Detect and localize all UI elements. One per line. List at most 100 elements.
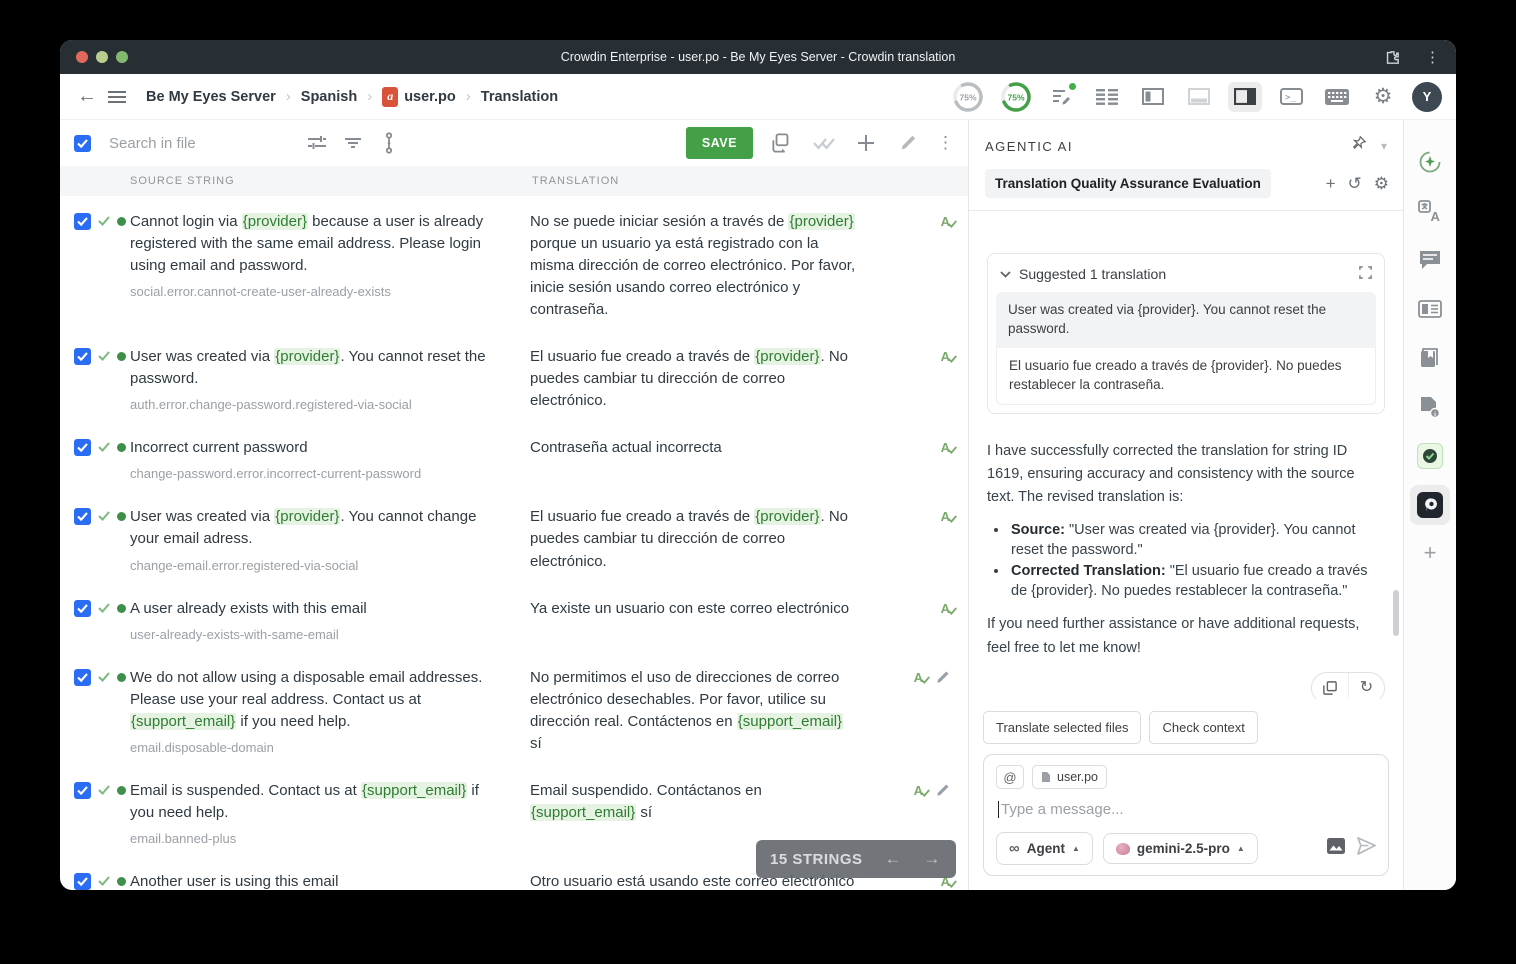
copy-response-icon[interactable]	[1312, 673, 1348, 699]
string-row[interactable]: Cannot login via {provider} because a us…	[60, 196, 968, 331]
translation-text: Email suspendido. Contáctanos en {suppor…	[530, 780, 884, 824]
breadcrumb-project[interactable]: Be My Eyes Server	[146, 89, 276, 105]
caret-up-icon: ▲	[1072, 844, 1080, 853]
panel-settings-gear-icon[interactable]: ⚙	[1374, 175, 1389, 192]
row-checkbox[interactable]	[74, 439, 91, 456]
zoom-window-button[interactable]	[116, 51, 128, 63]
translated-check-icon	[98, 508, 110, 526]
regenerate-icon[interactable]: ↻	[1348, 673, 1384, 699]
close-window-button[interactable]	[76, 51, 88, 63]
translated-check-icon	[98, 873, 110, 890]
tools-rail: A i +	[1404, 120, 1456, 890]
approve-all-icon[interactable]	[811, 130, 837, 156]
string-row[interactable]: User was created via {provider}. You can…	[60, 331, 968, 422]
approval-progress-ring[interactable]: 75%	[998, 79, 1034, 115]
save-button[interactable]: SAVE	[686, 127, 753, 159]
add-string-icon[interactable]	[853, 130, 879, 156]
more-options-icon[interactable]: ⋮	[937, 133, 954, 153]
message-composer[interactable]: @ user.po Type a message... ∞ Agent ▲	[983, 754, 1389, 876]
edit-translation-icon[interactable]	[935, 783, 950, 803]
settings-gear-icon[interactable]: ⚙	[1366, 82, 1400, 112]
edit-translation-icon[interactable]	[935, 670, 950, 690]
terminal-icon[interactable]: >_	[1274, 82, 1308, 112]
user-avatar[interactable]: Y	[1412, 82, 1442, 112]
pin-panel-icon[interactable]	[1350, 135, 1367, 157]
qa-passed-icon[interactable]: A	[941, 509, 950, 524]
proofread-icon[interactable]	[1046, 82, 1078, 112]
row-checkbox[interactable]	[74, 600, 91, 617]
select-all-checkbox[interactable]	[74, 135, 91, 152]
comments-icon[interactable]	[1410, 240, 1450, 280]
string-row[interactable]: Incorrect current password change-passwo…	[60, 422, 968, 491]
translate-selected-files-button[interactable]: Translate selected files	[983, 711, 1141, 744]
expand-icon[interactable]	[1359, 266, 1372, 282]
browser-menu-icon[interactable]: ⋮	[1425, 48, 1440, 66]
breadcrumb-language[interactable]: Spanish	[301, 89, 357, 105]
back-button[interactable]: ←	[72, 82, 102, 112]
model-dropdown[interactable]: gemini-2.5-pro ▲	[1103, 833, 1258, 864]
extensions-puzzle-icon[interactable]	[1377, 42, 1407, 72]
row-checkbox[interactable]	[74, 873, 91, 890]
suggested-header[interactable]: Suggested 1 translation	[1019, 266, 1166, 282]
main-menu-icon[interactable]	[102, 82, 132, 112]
glossary-book-icon[interactable]	[1410, 338, 1450, 378]
mention-icon[interactable]: @	[996, 765, 1024, 789]
keyboard-icon[interactable]	[1320, 82, 1354, 112]
qa-passed-icon[interactable]: A	[914, 783, 923, 798]
string-row[interactable]: User was created via {provider}. You can…	[60, 491, 968, 582]
file-info-icon[interactable]: i	[1410, 387, 1450, 427]
text-caret	[998, 801, 999, 818]
attach-image-icon[interactable]	[1327, 838, 1345, 859]
qa-passed-icon[interactable]: A	[941, 214, 950, 229]
qa-passed-icon[interactable]: A	[941, 601, 950, 616]
translated-check-icon	[98, 213, 110, 231]
row-checkbox[interactable]	[74, 782, 91, 799]
chevron-down-icon[interactable]	[1000, 271, 1011, 278]
left-panel-layout-icon[interactable]	[1136, 82, 1170, 112]
bottom-panel-layout-icon[interactable]	[1182, 82, 1216, 112]
right-panel-layout-icon[interactable]	[1228, 82, 1262, 112]
check-context-button[interactable]: Check context	[1149, 711, 1257, 744]
agent-mode-dropdown[interactable]: ∞ Agent ▲	[996, 832, 1093, 865]
machine-translation-icon[interactable]: A	[1410, 191, 1450, 231]
string-flow-icon[interactable]	[376, 130, 402, 156]
row-checkbox[interactable]	[74, 348, 91, 365]
translation-text: El usuario fue creado a través de {provi…	[530, 506, 884, 572]
tab-quality-assurance[interactable]: Translation Quality Assurance Evaluation	[985, 169, 1271, 198]
ai-suggestions-icon[interactable]	[1410, 142, 1450, 182]
row-checkbox[interactable]	[74, 669, 91, 686]
side-by-side-view-icon[interactable]	[1090, 82, 1124, 112]
panel-scrollbar[interactable]	[1393, 590, 1399, 636]
svg-text:>_: >_	[1285, 93, 1296, 103]
file-context-chip[interactable]: user.po	[1032, 765, 1107, 789]
edit-string-icon[interactable]	[895, 130, 921, 156]
row-checkbox[interactable]	[74, 213, 91, 230]
string-row[interactable]: A user already exists with this email us…	[60, 583, 968, 652]
filter-icon[interactable]	[340, 130, 366, 156]
qa-passed-icon[interactable]: A	[941, 440, 950, 455]
agentic-ai-app-icon[interactable]	[1410, 485, 1450, 525]
tune-filters-icon[interactable]	[304, 130, 330, 156]
qa-passed-icon[interactable]: A	[941, 349, 950, 364]
qa-checks-app-icon[interactable]	[1410, 436, 1450, 476]
new-chat-icon[interactable]: +	[1326, 175, 1336, 192]
send-message-icon[interactable]	[1357, 837, 1376, 860]
add-tool-icon[interactable]: +	[1424, 540, 1437, 566]
row-checkbox[interactable]	[74, 508, 91, 525]
copy-source-icon[interactable]	[769, 130, 795, 156]
previous-page-icon[interactable]: ←	[885, 849, 902, 869]
breadcrumb-file[interactable]: a user.po	[382, 87, 456, 107]
breadcrumb-section[interactable]: Translation	[481, 89, 558, 105]
translation-progress-ring[interactable]: 75%	[950, 79, 986, 115]
history-icon[interactable]: ↺	[1348, 175, 1362, 192]
collapse-panel-icon[interactable]: ▾	[1381, 139, 1387, 153]
editor-pane: SAVE ⋮ SOURCE STRI	[60, 120, 969, 890]
message-input[interactable]: Type a message...	[998, 801, 1374, 818]
source-text: We do not allow using a disposable email…	[130, 667, 530, 733]
string-row[interactable]: We do not allow using a disposable email…	[60, 652, 968, 765]
context-card-icon[interactable]	[1410, 289, 1450, 329]
search-input[interactable]	[109, 135, 294, 152]
qa-passed-icon[interactable]: A	[914, 670, 923, 685]
minimize-window-button[interactable]	[96, 51, 108, 63]
next-page-icon[interactable]: →	[924, 849, 941, 869]
